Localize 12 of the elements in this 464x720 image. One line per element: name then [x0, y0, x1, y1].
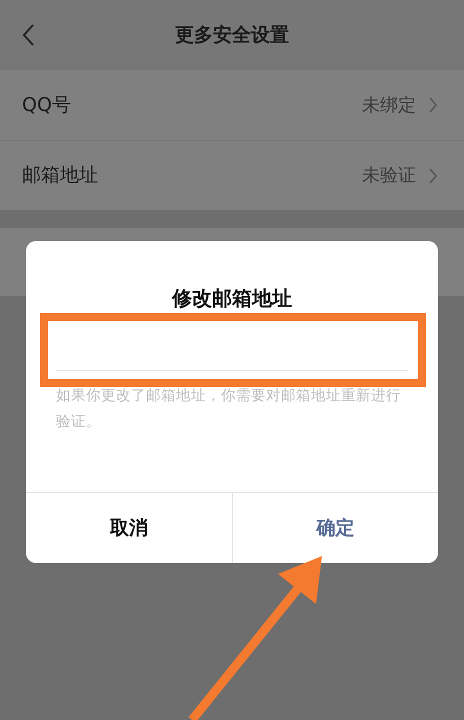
- chevron-icon: [428, 96, 438, 114]
- row-label: QQ号: [22, 92, 72, 118]
- hint-text: 如果你更改了邮箱地址，你需要对邮箱地址重新进行验证。: [56, 386, 402, 432]
- row-label: 邮箱地址: [22, 163, 99, 188]
- settings-row[interactable]: 邮箱地址 未验证: [0, 140, 464, 210]
- row-value: 未绑定: [362, 94, 416, 118]
- settings-row[interactable]: QQ号 未绑定: [0, 70, 464, 140]
- page-title: 更多安全设置: [175, 22, 289, 48]
- dialog-title: 修改邮箱地址: [172, 285, 292, 312]
- cancel-button[interactable]: 取消: [26, 493, 232, 563]
- chevron-icon: [428, 166, 438, 184]
- row-value: 未验证: [362, 164, 416, 188]
